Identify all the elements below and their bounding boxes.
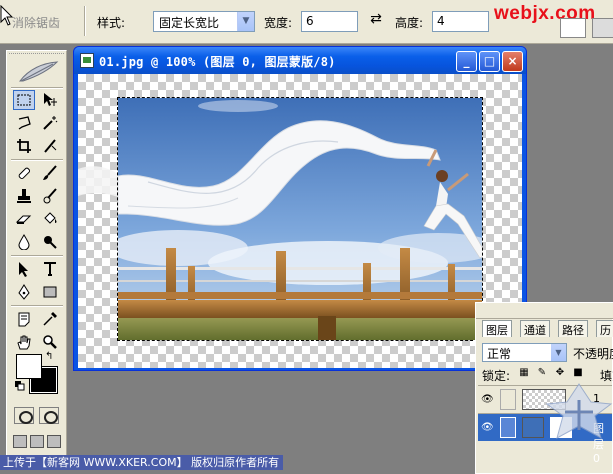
lock-move-icon[interactable]: ✥ (554, 367, 566, 380)
style-select-value: 固定长宽比 (159, 16, 220, 30)
pen-tool-icon[interactable] (13, 282, 35, 302)
slice-tool-icon[interactable] (39, 136, 61, 156)
panel-drag-strip[interactable] (476, 303, 613, 319)
document-canvas[interactable] (78, 74, 522, 368)
divider (11, 255, 63, 257)
options-bar: 消除锯齿 样式: 固定长宽比 ▼ 宽度: 6 ⇄ 高度: 4 webjx.com (0, 0, 613, 44)
toolbox: ↰ (6, 50, 67, 460)
photo-image (118, 98, 482, 340)
move-tool-icon[interactable] (39, 90, 61, 110)
quick-mask-mode-button[interactable] (39, 407, 59, 424)
document-title-bar[interactable]: 01.jpg @ 100% (图层 0, 图层蒙版/8) _ □ × (74, 47, 526, 74)
history-brush-icon[interactable] (39, 186, 61, 206)
divider (84, 6, 86, 36)
document-window: 01.jpg @ 100% (图层 0, 图层蒙版/8) _ □ × (73, 46, 527, 371)
chevron-down-icon[interactable]: ▼ (551, 344, 566, 361)
brush-tool-icon[interactable] (39, 163, 61, 183)
document-title: 01.jpg @ 100% (图层 0, 图层蒙版/8) (99, 55, 336, 69)
style-select[interactable]: 固定长宽比 ▼ (153, 11, 255, 32)
swap-colors-icon[interactable]: ↰ (45, 351, 53, 362)
screen-mode-full-button[interactable] (47, 435, 61, 448)
palette-well-button-2[interactable] (592, 18, 613, 38)
feather-icon[interactable] (17, 59, 59, 85)
crop-tool-icon[interactable] (13, 136, 35, 156)
toolbox-grip[interactable] (9, 53, 64, 56)
watermark-logo (545, 383, 613, 440)
path-select-icon[interactable] (13, 259, 35, 279)
maximize-button[interactable]: □ (479, 51, 500, 72)
lock-transparent-icon[interactable]: ▦ (518, 367, 530, 380)
clone-stamp-icon[interactable] (13, 186, 35, 206)
zoom-tool-icon[interactable] (39, 332, 61, 352)
paint-bucket-icon[interactable] (39, 209, 61, 229)
tab-paths[interactable]: 路径 (558, 320, 588, 337)
healing-brush-icon[interactable] (13, 163, 35, 183)
style-label: 样式: (97, 16, 126, 30)
layer-link-slot[interactable] (500, 389, 516, 410)
lock-brush-icon[interactable]: ✎ (536, 367, 548, 380)
opacity-label: 不透明度 (573, 347, 613, 361)
hand-tool-icon[interactable] (13, 332, 35, 352)
blend-mode-value: 正常 (487, 347, 512, 361)
notes-tool-icon[interactable] (13, 309, 35, 329)
default-colors-icon[interactable] (15, 381, 25, 391)
tab-channels[interactable]: 通道 (520, 320, 550, 337)
tab-history[interactable]: 历 (596, 320, 613, 337)
width-label: 宽度: (264, 16, 293, 30)
lock-label: 锁定: (482, 369, 511, 383)
marquee-tool-icon[interactable] (13, 90, 35, 110)
minimize-button[interactable]: _ (456, 51, 477, 72)
dodge-tool-icon[interactable] (39, 232, 61, 252)
photo-selection[interactable] (117, 97, 483, 341)
swap-icon[interactable]: ⇄ (368, 11, 384, 31)
image-file-icon (80, 53, 94, 68)
layer-brush-slot[interactable] (500, 417, 516, 438)
blend-mode-select[interactable]: 正常 ▼ (482, 343, 567, 362)
chevron-down-icon[interactable]: ▼ (237, 12, 254, 31)
divider (11, 305, 63, 307)
antialias-label: 消除锯齿 (12, 16, 61, 30)
eye-icon[interactable]: 👁 (481, 394, 495, 405)
palette-well-button[interactable] (560, 18, 586, 38)
blur-tool-icon[interactable] (13, 232, 35, 252)
status-text: 上传于【新客网 WWW.XKER.COM】 版权归原作者所有 (0, 455, 283, 470)
eraser-tool-icon[interactable] (13, 209, 35, 229)
width-input[interactable]: 6 (301, 11, 358, 32)
layer-thumbnail (522, 417, 544, 438)
height-input[interactable]: 4 (432, 11, 489, 32)
standard-mode-button[interactable] (14, 407, 34, 424)
lock-all-icon[interactable]: ■ (572, 367, 584, 380)
type-tool-icon[interactable] (39, 259, 61, 279)
rectangle-tool-icon[interactable] (39, 282, 61, 302)
divider (11, 87, 63, 89)
eyedropper-icon[interactable] (39, 309, 61, 329)
divider (11, 159, 63, 161)
tab-layers[interactable]: 图层 (482, 320, 512, 337)
magic-wand-tool-icon[interactable] (39, 113, 61, 133)
eye-icon[interactable]: 👁 (481, 422, 495, 433)
height-label: 高度: (395, 16, 424, 30)
foreground-color-swatch[interactable] (16, 354, 42, 379)
screen-mode-full-menu-button[interactable] (30, 435, 44, 448)
screen-mode-standard-button[interactable] (13, 435, 27, 448)
close-button[interactable]: × (502, 51, 523, 72)
lasso-tool-icon[interactable] (13, 113, 35, 133)
